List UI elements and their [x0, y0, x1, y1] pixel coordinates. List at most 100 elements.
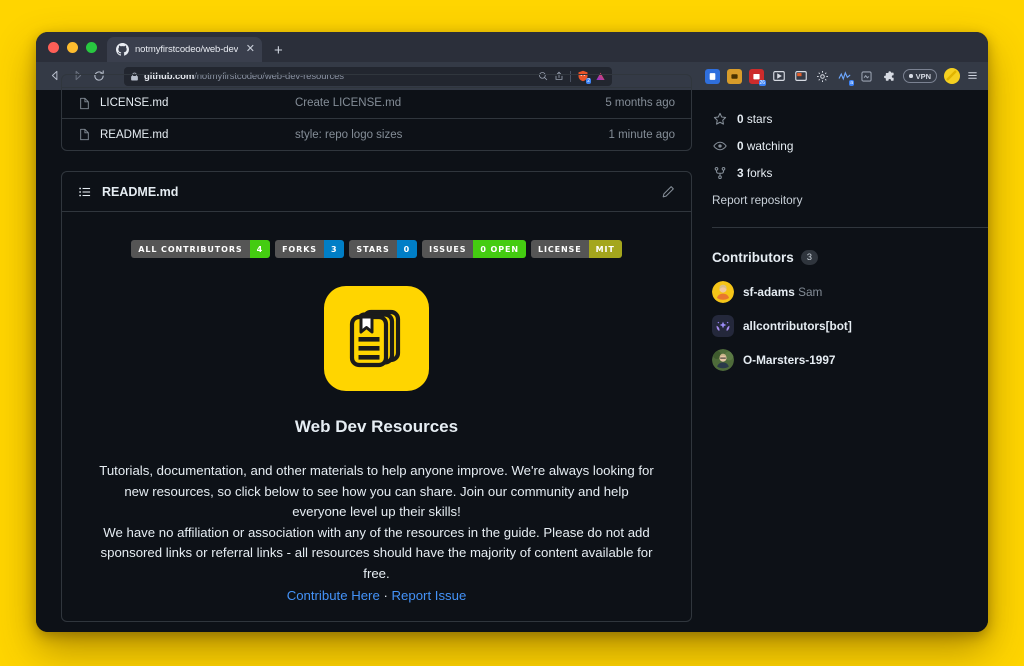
avatar-allcontributors-bot[interactable]	[712, 315, 734, 337]
stat-stars[interactable]: 0 stars	[712, 112, 988, 126]
stat-name: forks	[746, 166, 773, 180]
report-issue-link[interactable]: Report Issue	[392, 588, 467, 603]
badge-value: MIT	[588, 240, 622, 258]
web-dev-resources-logo	[324, 286, 429, 391]
file-commit-message[interactable]: style: repo logo sizes	[295, 129, 609, 141]
badge-label: ALL CONTRIBUTORS	[131, 240, 250, 258]
table-row[interactable]: LICENSE.md Create LICENSE.md 5 months ag…	[62, 88, 691, 119]
wallet-extension-icon[interactable]	[727, 68, 743, 84]
stat-name: watching	[746, 139, 794, 153]
file-commit-time: 5 months ago	[605, 97, 675, 109]
readme-paragraph: We have no affiliation or association wi…	[100, 524, 653, 581]
list-unordered-icon[interactable]	[78, 185, 102, 199]
close-window-button[interactable]	[48, 41, 59, 53]
file-commit-message[interactable]: Create LICENSE.md	[295, 97, 605, 109]
stat-count: 0	[737, 112, 744, 126]
analytics-badge: a	[849, 79, 855, 86]
browser-tab[interactable]: notmyfirstcodeo/web-dev-reso ✕	[107, 37, 262, 62]
contributor-name[interactable]: O-Marsters-1997	[743, 353, 835, 367]
screenshot-extension-icon[interactable]	[859, 69, 874, 84]
stat-forks[interactable]: 3 forks	[712, 166, 988, 180]
report-repository-link[interactable]: Report repository	[712, 193, 988, 207]
sidebar-divider	[712, 227, 988, 228]
readme-description: Tutorials, documentation, and other mate…	[96, 461, 657, 584]
file-name[interactable]: README.md	[100, 129, 295, 141]
contributor-name[interactable]: allcontributors[bot]	[743, 319, 852, 333]
window-controls	[46, 32, 107, 62]
minimize-window-button[interactable]	[67, 41, 78, 53]
hamburger-menu-icon[interactable]	[967, 70, 978, 83]
file-name[interactable]: LICENSE.md	[100, 97, 295, 109]
table-row[interactable]	[62, 75, 691, 88]
stat-count: 0	[737, 139, 744, 153]
profile-avatar-icon[interactable]	[944, 68, 960, 84]
repo-logo-wrapper	[96, 286, 657, 391]
stat-name: stars	[746, 112, 773, 126]
readme-paragraph: Tutorials, documentation, and other mate…	[99, 463, 654, 519]
readme-header: README.md	[62, 172, 691, 212]
close-tab-button[interactable]: ✕	[246, 44, 255, 55]
stat-label: 0 watching	[737, 139, 793, 153]
github-repo-page: LICENSE.md Create LICENSE.md 5 months ag…	[36, 74, 988, 632]
contributors-title[interactable]: Contributors	[712, 250, 794, 265]
fork-icon	[712, 166, 728, 180]
vpn-toggle-button[interactable]: VPN	[903, 69, 937, 83]
badge-license[interactable]: LICENSE MIT	[530, 240, 622, 258]
badge-value: 0	[396, 240, 418, 258]
github-favicon-icon	[116, 43, 129, 56]
stat-count: 3	[737, 166, 744, 180]
badge-stars[interactable]: STARS 0	[349, 240, 418, 258]
pocket-extension-icon[interactable]	[705, 68, 721, 84]
puzzle-extensions-icon[interactable]	[881, 69, 896, 84]
badge-label: ISSUES	[422, 240, 474, 258]
browser-tab-strip: notmyfirstcodeo/web-dev-reso ✕ +	[36, 32, 988, 62]
contribute-here-link[interactable]: Contribute Here	[287, 588, 380, 603]
stat-label: 3 forks	[737, 166, 772, 180]
avatar-o-marsters-1997[interactable]	[712, 349, 734, 371]
readme-panel: README.md ALL CONTRIBUTORS 4 FORKS 3 STA…	[61, 171, 692, 622]
list-item[interactable]: sf-adams Sam	[712, 281, 988, 303]
shield-badges: ALL CONTRIBUTORS 4 FORKS 3 STARS 0 ISSUE…	[96, 240, 657, 258]
contributors-count-badge: 3	[800, 250, 819, 265]
calendar-count-badge: 26	[758, 79, 767, 86]
new-tab-button[interactable]: +	[274, 43, 283, 58]
badge-label: FORKS	[275, 240, 324, 258]
list-item[interactable]: O-Marsters-1997	[712, 349, 988, 371]
readme-links: Contribute Here · Report Issue	[96, 586, 657, 607]
page-title: Web Dev Resources	[294, 417, 459, 436]
contributor-name[interactable]: sf-adams Sam	[743, 285, 822, 299]
badge-value: 4	[249, 240, 271, 258]
badge-all-contributors[interactable]: ALL CONTRIBUTORS 4	[131, 240, 271, 258]
contributor-username: sf-adams	[743, 285, 795, 299]
file-icon	[78, 97, 100, 110]
repo-file-list: LICENSE.md Create LICENSE.md 5 months ag…	[61, 74, 692, 151]
eye-icon	[712, 139, 728, 153]
vpn-label: VPN	[915, 71, 931, 81]
analytics-extension-icon[interactable]: a	[837, 69, 855, 86]
repo-main-column: LICENSE.md Create LICENSE.md 5 months ag…	[36, 74, 692, 632]
badge-label: LICENSE	[530, 240, 589, 258]
stat-label: 0 stars	[737, 112, 772, 126]
table-row[interactable]: README.md style: repo logo sizes 1 minut…	[62, 119, 691, 150]
vpn-status-dot	[909, 74, 913, 78]
settings-gear-extension-icon[interactable]	[815, 69, 830, 84]
calendar-extension-icon[interactable]: 26	[749, 68, 767, 86]
file-commit-time: 1 minute ago	[608, 128, 676, 141]
link-separator: ·	[383, 588, 388, 603]
media-player-extension-icon[interactable]	[771, 69, 786, 84]
badge-forks[interactable]: FORKS 3	[275, 240, 345, 258]
badge-label: STARS	[349, 240, 397, 258]
notes-extension-icon[interactable]	[793, 69, 808, 84]
stat-watching[interactable]: 0 watching	[712, 139, 988, 153]
browser-extensions-bar: 26 a VPN	[705, 68, 980, 86]
badge-issues[interactable]: ISSUES 0 OPEN	[422, 240, 526, 258]
avatar-sf-adams[interactable]	[712, 281, 734, 303]
pencil-icon[interactable]	[661, 185, 675, 199]
badge-value: 0 OPEN	[473, 240, 526, 258]
badge-value: 3	[323, 240, 345, 258]
list-item[interactable]: allcontributors[bot]	[712, 315, 988, 337]
maximize-window-button[interactable]	[86, 41, 97, 53]
contributor-realname: Sam	[798, 285, 823, 299]
contributors-header: Contributors 3	[712, 250, 988, 265]
star-icon	[712, 112, 728, 126]
